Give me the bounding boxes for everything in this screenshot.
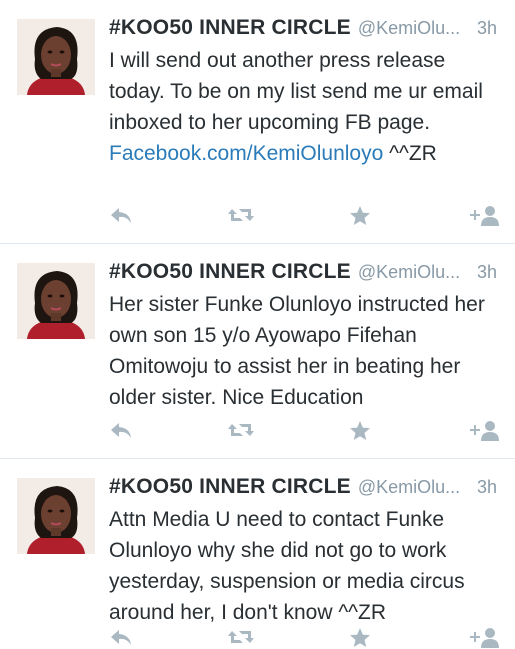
retweet-icon[interactable] [227,205,255,225]
tweet-text: Attn Media U need to contact Funke Olunl… [109,504,505,628]
tweet-text: Her sister Funke Olunloyo instructed her… [109,289,505,413]
timestamp[interactable]: 3h [477,262,505,283]
avatar[interactable] [17,19,95,95]
tweet-text-body: Attn Media U need to contact Funke Olunl… [109,508,465,624]
tweet-text: I will send out another press release to… [109,45,505,169]
display-name[interactable]: #KOO50 INNER CIRCLE [109,475,351,499]
timestamp[interactable]: 3h [477,18,505,39]
add-user-icon[interactable] [467,420,499,442]
add-user-icon[interactable] [467,627,499,649]
tweet-text-body: I will send out another press release to… [109,49,483,134]
retweet-icon[interactable] [227,420,255,440]
add-user-icon[interactable] [467,205,499,227]
display-name[interactable]: #KOO50 INNER CIRCLE [109,260,351,284]
display-name[interactable]: #KOO50 INNER CIRCLE [109,16,351,40]
tweet-actions [109,205,499,227]
star-icon[interactable] [349,627,371,648]
avatar[interactable] [17,263,95,339]
user-handle[interactable]: @KemiOlu... [358,18,460,39]
tweet[interactable]: #KOO50 INNER CIRCLE @KemiOlu... 3h I wil… [0,0,515,244]
tweet-link[interactable]: Facebook.com/KemiOlunloyo [109,142,383,165]
tweet-text-body: Her sister Funke Olunloyo instructed her… [109,293,485,409]
reply-icon[interactable] [109,627,133,647]
tweet-text-tail: ^^ZR [383,142,437,165]
user-handle[interactable]: @KemiOlu... [358,262,460,283]
star-icon[interactable] [349,205,371,226]
reply-icon[interactable] [109,420,133,440]
user-handle[interactable]: @KemiOlu... [358,477,460,498]
tweet-actions [109,627,499,649]
retweet-icon[interactable] [227,627,255,647]
star-icon[interactable] [349,420,371,441]
avatar[interactable] [17,478,95,554]
tweet[interactable]: #KOO50 INNER CIRCLE @KemiOlu... 3h Attn … [0,459,515,648]
tweet[interactable]: #KOO50 INNER CIRCLE @KemiOlu... 3h Her s… [0,244,515,459]
timestamp[interactable]: 3h [477,477,505,498]
tweet-actions [109,420,499,442]
reply-icon[interactable] [109,205,133,225]
